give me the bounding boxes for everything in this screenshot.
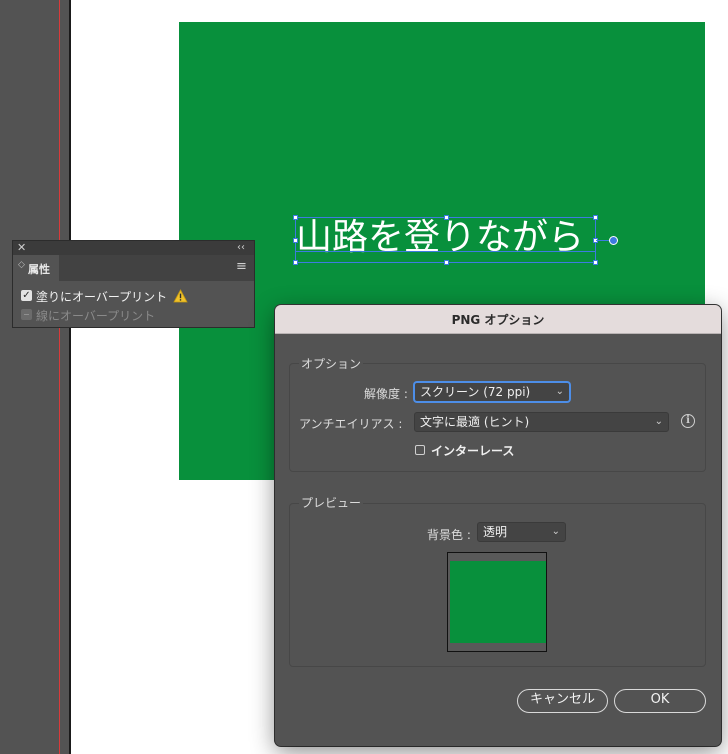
warning-icon bbox=[173, 288, 188, 307]
selection-handle[interactable] bbox=[593, 260, 598, 265]
antialias-label: アンチエイリアス : bbox=[299, 417, 403, 431]
resolution-value: スクリーン (72 ppi) bbox=[420, 385, 531, 399]
chevron-down-icon: ⌄ bbox=[654, 416, 663, 427]
selection-handle[interactable] bbox=[293, 238, 298, 243]
background-color-select[interactable]: 透明 ⌄ bbox=[477, 522, 566, 542]
text-port-line bbox=[596, 240, 610, 241]
resolution-select[interactable]: スクリーン (72 ppi) ⌄ bbox=[414, 382, 570, 402]
attributes-panel: ✕ ‹‹ ◇ 属性 ≡ ✓ 塗りにオーバープリント 線にオーバープリント bbox=[13, 241, 254, 327]
selection-handle[interactable] bbox=[444, 260, 449, 265]
selection-handle[interactable] bbox=[593, 215, 598, 220]
png-options-dialog: PNG オプション オプション 解像度 : スクリーン (72 ppi) ⌄ ア… bbox=[275, 305, 721, 746]
dialog-titlebar[interactable]: PNG オプション bbox=[275, 305, 721, 334]
chevron-down-icon: ⌄ bbox=[555, 386, 564, 397]
selection-handle[interactable] bbox=[444, 215, 449, 220]
fill-overprint-label[interactable]: 塗りにオーバープリント bbox=[36, 288, 167, 305]
text-selection-frame[interactable] bbox=[293, 215, 598, 265]
indeterminate-mark bbox=[24, 314, 29, 315]
interlace-label[interactable]: インターレース bbox=[431, 442, 514, 459]
panel-menu-icon[interactable]: ≡ bbox=[236, 260, 247, 274]
preview-thumbnail bbox=[447, 552, 547, 652]
interlace-checkbox[interactable] bbox=[415, 445, 425, 455]
ok-button[interactable]: OK bbox=[614, 689, 706, 713]
selection-handle[interactable] bbox=[293, 260, 298, 265]
background-color-label: 背景色 : bbox=[427, 528, 471, 542]
close-icon[interactable]: ✕ bbox=[17, 241, 26, 255]
info-icon[interactable]: i bbox=[681, 414, 695, 428]
antialias-value: 文字に最適 (ヒント) bbox=[420, 415, 530, 429]
background-color-value: 透明 bbox=[483, 525, 508, 539]
fill-overprint-checkbox[interactable]: ✓ bbox=[21, 290, 32, 301]
stroke-overprint-checkbox bbox=[21, 309, 32, 320]
tab-label: 属性 bbox=[28, 263, 50, 276]
cancel-button[interactable]: キャンセル bbox=[517, 689, 608, 713]
selection-handle[interactable] bbox=[293, 215, 298, 220]
tab-attributes[interactable]: ◇ 属性 bbox=[13, 255, 59, 281]
tab-expand-icon[interactable]: ◇ bbox=[18, 260, 25, 270]
antialias-select[interactable]: 文字に最適 (ヒント) ⌄ bbox=[414, 412, 669, 432]
resolution-label: 解像度 : bbox=[364, 387, 408, 401]
dialog-title: PNG オプション bbox=[451, 313, 545, 327]
bleed-guide-line bbox=[59, 0, 60, 754]
panel-titlebar[interactable]: ✕ ‹‹ bbox=[13, 241, 254, 255]
chevron-down-icon: ⌄ bbox=[551, 526, 560, 537]
text-out-port[interactable] bbox=[609, 236, 618, 245]
collapse-icon[interactable]: ‹‹ bbox=[237, 241, 245, 255]
preview-group-label: プレビュー bbox=[299, 494, 364, 511]
artboard-edge-line bbox=[69, 0, 71, 754]
options-group-label: オプション bbox=[299, 355, 364, 372]
panel-tab-row: ◇ 属性 ≡ bbox=[13, 255, 254, 281]
preview-artboard bbox=[450, 561, 546, 643]
stroke-overprint-label: 線にオーバープリント bbox=[36, 309, 156, 323]
